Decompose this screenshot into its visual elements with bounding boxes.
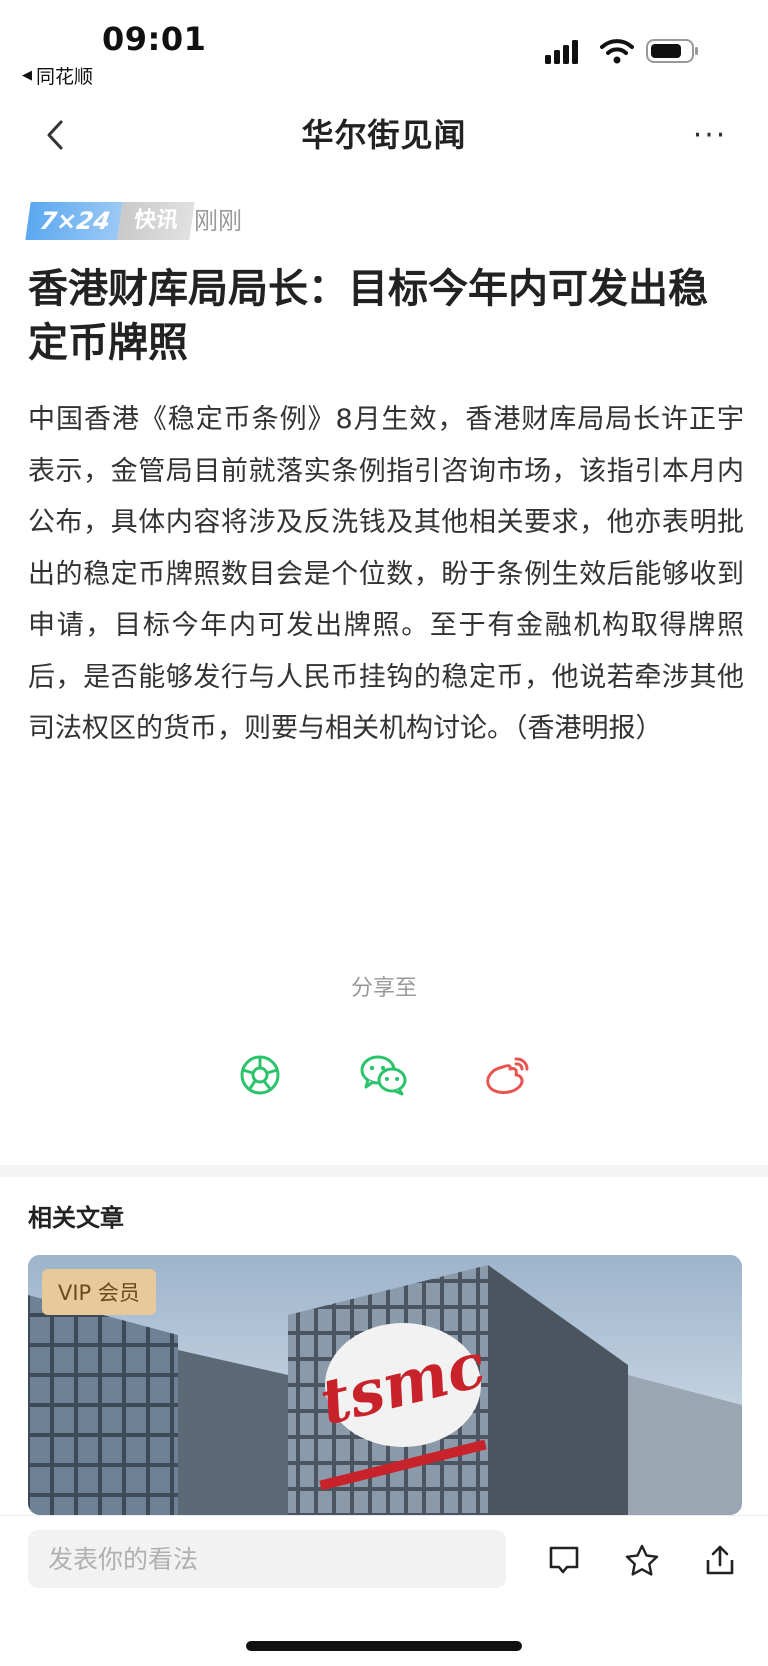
share-wechat-button[interactable] — [356, 1050, 412, 1100]
comment-button[interactable] — [542, 1538, 586, 1582]
wechat-icon — [360, 1055, 407, 1096]
share-icon — [706, 1545, 734, 1575]
live-news-badge: 7×24 快讯 — [25, 202, 195, 240]
page-title: 华尔街见闻 — [301, 116, 467, 154]
share-label: 分享至 — [350, 976, 417, 1001]
back-app-label: 同花顺 — [36, 66, 94, 88]
back-to-app-button[interactable]: ◀ 同花顺 — [22, 62, 93, 89]
star-icon — [625, 1544, 659, 1576]
comment-icon — [549, 1546, 579, 1574]
status-time: 09:01 — [102, 20, 207, 58]
section-divider — [0, 1165, 768, 1177]
article-body: 中国香港《稳定币条例》8月生效，香港财库局局长许正宇表示，金管局目前就落实条例指… — [28, 404, 744, 744]
related-articles-title: 相关文章 — [28, 1204, 124, 1232]
more-dots-icon: ··· — [692, 118, 728, 153]
favorite-button[interactable] — [620, 1538, 664, 1582]
battery-icon — [646, 39, 698, 63]
share-button[interactable] — [698, 1538, 742, 1582]
home-indicator[interactable] — [246, 1641, 522, 1651]
badge-724: 7×24 — [25, 202, 123, 240]
badge-kuaixun: 快讯 — [117, 202, 195, 240]
more-button[interactable]: ··· — [688, 116, 732, 156]
vip-badge: VIP 会员 — [42, 1269, 156, 1315]
publish-time: 刚刚 — [194, 207, 242, 235]
moments-icon — [240, 1055, 280, 1095]
comment-input[interactable] — [28, 1530, 506, 1588]
back-triangle-icon: ◀ — [22, 68, 32, 83]
share-weibo-button[interactable] — [480, 1050, 536, 1100]
article-headline: 香港财库局局长：目标今年内可发出稳定币牌照 — [28, 266, 708, 366]
related-article-card[interactable]: tsmc VIP 会员 — [28, 1255, 742, 1515]
share-moments-button[interactable] — [232, 1050, 288, 1100]
weibo-icon — [486, 1057, 529, 1094]
wifi-icon — [600, 39, 634, 64]
signal-icon — [545, 40, 578, 64]
